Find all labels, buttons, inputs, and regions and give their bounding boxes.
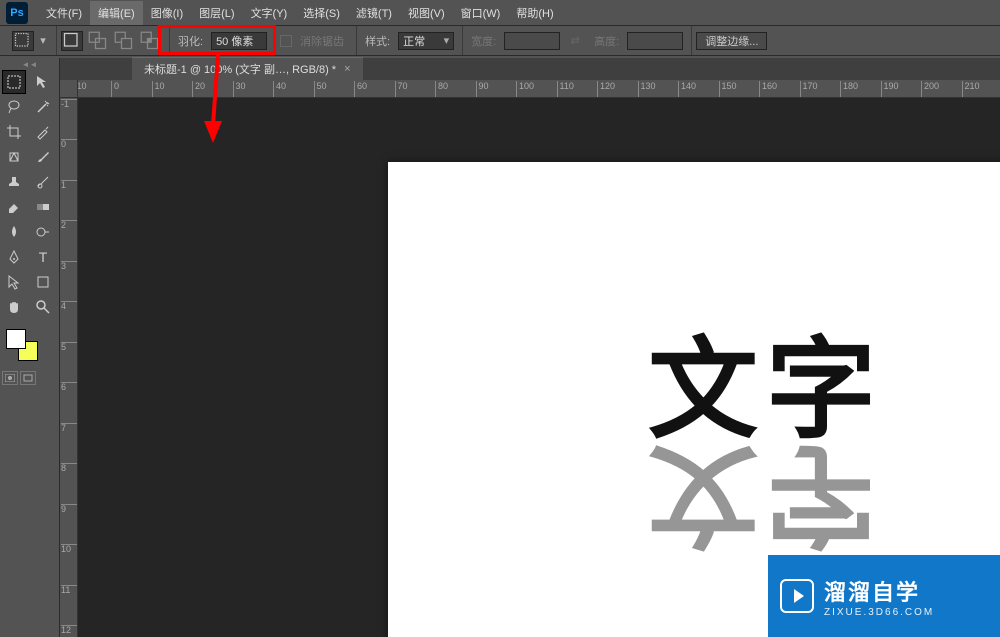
height-input	[627, 32, 683, 50]
pen-tool[interactable]	[2, 245, 26, 269]
menu-select[interactable]: 选择(S)	[295, 1, 348, 25]
play-icon	[780, 579, 814, 613]
screenmode-icon[interactable]	[20, 371, 36, 385]
menu-window[interactable]: 窗口(W)	[453, 1, 509, 25]
hand-tool[interactable]	[2, 295, 26, 319]
swap-icon: ⇄	[564, 31, 586, 51]
menu-layer[interactable]: 图层(L)	[191, 1, 242, 25]
magic-wand-tool[interactable]	[31, 95, 55, 119]
height-label: 高度:	[590, 33, 623, 49]
quickmask-icon[interactable]	[2, 371, 18, 385]
feather-label: 羽化:	[174, 33, 207, 49]
document-tab[interactable]: 未标题-1 @ 100% (文字 副…, RGB/8) * ×	[132, 57, 363, 80]
toolbox: ◄◄ T	[0, 58, 60, 637]
width-input	[504, 32, 560, 50]
app-logo: Ps	[6, 2, 28, 24]
crop-tool[interactable]	[2, 120, 26, 144]
foreground-swatch[interactable]	[6, 329, 26, 349]
toolbox-collapse[interactable]: ◄◄	[2, 60, 57, 68]
antialias-checkbox	[280, 35, 292, 47]
lasso-tool[interactable]	[2, 95, 26, 119]
feather-input[interactable]	[211, 32, 267, 50]
ruler-corner	[60, 80, 78, 98]
move-tool[interactable]	[31, 70, 55, 94]
type-tool[interactable]: T	[31, 245, 55, 269]
history-brush-tool[interactable]	[31, 170, 55, 194]
menu-edit[interactable]: 编辑(E)	[90, 1, 143, 25]
style-label: 样式:	[361, 33, 394, 49]
healing-tool[interactable]	[2, 145, 26, 169]
workspace: 未标题-1 @ 100% (文字 副…, RGB/8) * × -1001020…	[60, 58, 1000, 637]
tool-preset-icon[interactable]	[12, 31, 34, 51]
eyedropper-tool[interactable]	[31, 120, 55, 144]
shape-tool[interactable]	[31, 270, 55, 294]
dropdown-icon[interactable]: ▾	[38, 31, 48, 51]
menu-file[interactable]: 文件(F)	[38, 1, 90, 25]
path-selection-tool[interactable]	[2, 270, 26, 294]
dodge-tool[interactable]	[31, 220, 55, 244]
style-select[interactable]: 正常	[398, 32, 454, 50]
eraser-tool[interactable]	[2, 195, 26, 219]
width-label: 宽度:	[467, 33, 500, 49]
watermark-title: 溜溜自学	[824, 575, 934, 607]
menu-type[interactable]: 文字(Y)	[243, 1, 296, 25]
blur-tool[interactable]	[2, 220, 26, 244]
menu-filter[interactable]: 滤镜(T)	[348, 1, 400, 25]
brush-tool[interactable]	[31, 145, 55, 169]
ruler-vertical: -1012345678910111213	[60, 98, 78, 637]
color-swatches[interactable]	[2, 327, 57, 367]
add-selection-icon[interactable]	[87, 31, 109, 51]
stamp-tool[interactable]	[2, 170, 26, 194]
subtract-selection-icon[interactable]	[113, 31, 135, 51]
menu-image[interactable]: 图像(I)	[143, 1, 191, 25]
watermark-sub: ZIXUE.3D66.COM	[824, 607, 934, 618]
menu-bar: Ps 文件(F) 编辑(E) 图像(I) 图层(L) 文字(Y) 选择(S) 滤…	[0, 0, 1000, 26]
zoom-tool[interactable]	[31, 295, 55, 319]
close-icon[interactable]: ×	[344, 63, 350, 75]
svg-text:T: T	[39, 249, 48, 265]
options-bar: ▾ 羽化: 消除锯齿 样式: 正常 宽度: ⇄ 高度: 调整边缘...	[0, 26, 1000, 56]
menu-help[interactable]: 帮助(H)	[508, 1, 561, 25]
new-selection-icon[interactable]	[61, 31, 83, 51]
antialias-label: 消除锯齿	[296, 33, 348, 49]
refine-edge-button[interactable]: 调整边缘...	[696, 32, 767, 50]
intersect-selection-icon[interactable]	[139, 31, 161, 51]
ruler-horizontal: -100102030405060708090100110120130140150…	[78, 80, 1000, 98]
menu-view[interactable]: 视图(V)	[400, 1, 453, 25]
document-tab-bar: 未标题-1 @ 100% (文字 副…, RGB/8) * ×	[60, 58, 1000, 80]
watermark: 溜溜自学 ZIXUE.3D66.COM	[768, 555, 1000, 637]
document-tab-title: 未标题-1 @ 100% (文字 副…, RGB/8) *	[144, 61, 336, 77]
gradient-tool[interactable]	[31, 195, 55, 219]
marquee-tool[interactable]	[2, 70, 26, 94]
